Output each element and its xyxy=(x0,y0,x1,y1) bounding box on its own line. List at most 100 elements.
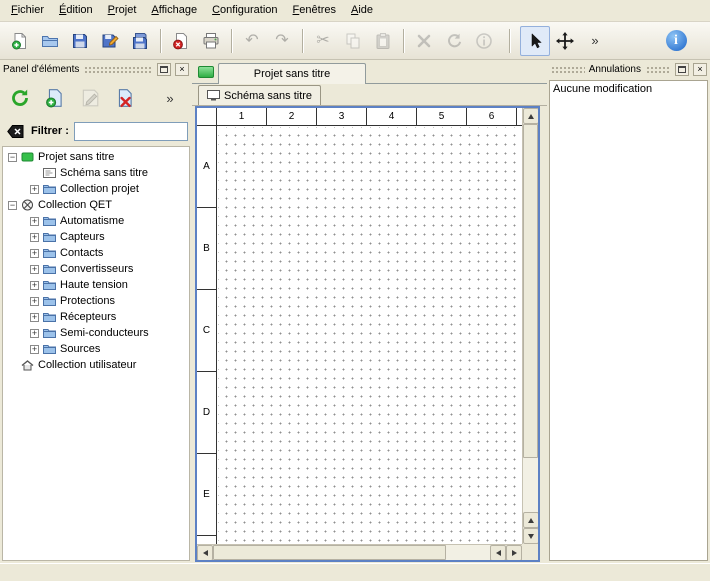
expand-toggle[interactable]: + xyxy=(30,297,39,306)
expand-toggle[interactable]: + xyxy=(30,281,39,290)
scroll-right-button[interactable] xyxy=(506,545,522,561)
conductor-info-button[interactable] xyxy=(469,26,499,56)
tree-item-collection-projet[interactable]: + Collection projet xyxy=(3,181,189,197)
floppy-disk-icon xyxy=(71,32,89,50)
save-file-button[interactable] xyxy=(65,26,95,56)
collapse-toggle[interactable]: − xyxy=(8,153,17,162)
tree-item-semi-conducteurs[interactable]: + Semi-conducteurs xyxy=(3,325,189,341)
undo-panel-header: Annulations × xyxy=(547,60,710,78)
select-tool-button[interactable] xyxy=(520,26,550,56)
tree-item-convertisseurs[interactable]: + Convertisseurs xyxy=(3,261,189,277)
float-panel-button[interactable] xyxy=(675,63,689,76)
tree-item-collection-qet[interactable]: − Collection QET xyxy=(3,197,189,213)
dock-grip-handle[interactable] xyxy=(645,65,671,73)
copy-icon xyxy=(344,32,362,50)
filter-input[interactable] xyxy=(74,122,188,141)
dock-grip-handle[interactable] xyxy=(83,65,153,73)
close-file-button[interactable] xyxy=(166,26,196,56)
new-element-button[interactable] xyxy=(40,83,70,113)
expand-toggle[interactable]: + xyxy=(30,185,39,194)
expand-toggle[interactable]: + xyxy=(30,233,39,242)
expand-toggle[interactable]: + xyxy=(30,313,39,322)
menu-configuration[interactable]: Configuration xyxy=(205,1,284,20)
tab-schema-sans-titre[interactable]: Schéma sans titre xyxy=(198,85,321,105)
edit-element-button[interactable] xyxy=(75,83,105,113)
tree-item-automatisme[interactable]: + Automatisme xyxy=(3,213,189,229)
reload-collections-button[interactable] xyxy=(5,83,35,113)
tab-projet-sans-titre[interactable]: Projet sans titre xyxy=(218,63,366,84)
row-header: A xyxy=(197,126,216,208)
copy-button[interactable] xyxy=(338,26,368,56)
expand-toggle[interactable]: + xyxy=(30,345,39,354)
horizontal-scroll-track[interactable] xyxy=(213,545,490,560)
tree-item-schema[interactable]: Schéma sans titre xyxy=(3,165,189,181)
tree-item-label: Sources xyxy=(60,343,100,355)
project-tab-icon[interactable] xyxy=(198,66,214,78)
scissors-icon: ✂ xyxy=(316,33,329,49)
rotate-button[interactable] xyxy=(439,26,469,56)
tree-item-sources[interactable]: + Sources xyxy=(3,341,189,357)
expand-toggle[interactable]: + xyxy=(30,217,39,226)
delete-element-icon xyxy=(115,88,135,108)
scrollbar-corner xyxy=(522,544,538,560)
expand-toggle[interactable]: + xyxy=(30,265,39,274)
redo-button[interactable]: ↷ xyxy=(267,26,297,56)
scroll-down-button[interactable] xyxy=(523,528,539,544)
row-header: D xyxy=(197,372,216,454)
clipboard-icon xyxy=(374,32,392,50)
folder-icon xyxy=(43,279,56,291)
float-panel-button[interactable] xyxy=(157,63,171,76)
close-panel-button[interactable]: × xyxy=(693,63,707,76)
close-panel-button[interactable]: × xyxy=(175,63,189,76)
move-tool-button[interactable] xyxy=(550,26,580,56)
main-toolbar: ↶ ↷ ✂ » xyxy=(0,22,710,60)
cut-button[interactable]: ✂ xyxy=(308,26,338,56)
tree-item-recepteurs[interactable]: + Récepteurs xyxy=(3,309,189,325)
vertical-scroll-thumb[interactable] xyxy=(523,124,538,458)
menu-aide[interactable]: Aide xyxy=(344,1,380,20)
new-file-button[interactable] xyxy=(5,26,35,56)
scroll-up-button[interactable] xyxy=(523,108,539,124)
menu-fichier[interactable]: Fichier xyxy=(4,1,51,20)
undo-button[interactable]: ↶ xyxy=(237,26,267,56)
main-area: Panel d'éléments × » xyxy=(0,60,710,563)
tree-item-collection-utilisateur[interactable]: Collection utilisateur xyxy=(3,357,189,373)
edit-pencil-icon xyxy=(80,88,100,108)
tree-item-label: Contacts xyxy=(60,247,103,259)
vertical-scroll-track[interactable] xyxy=(523,124,538,512)
horizontal-scrollbar[interactable] xyxy=(197,544,522,560)
save-as-button[interactable] xyxy=(95,26,125,56)
print-button[interactable] xyxy=(196,26,226,56)
schema-canvas[interactable] xyxy=(218,127,522,544)
dock-grip-handle[interactable] xyxy=(550,65,585,73)
tree-item-haute-tension[interactable]: + Haute tension xyxy=(3,277,189,293)
delete-element-button[interactable] xyxy=(110,83,140,113)
menu-edition[interactable]: Édition xyxy=(52,1,100,20)
tree-item-contacts[interactable]: + Contacts xyxy=(3,245,189,261)
tree-item-capteurs[interactable]: + Capteurs xyxy=(3,229,189,245)
tree-item-label: Capteurs xyxy=(60,231,105,243)
expand-toggle[interactable]: + xyxy=(30,249,39,258)
expand-toggle[interactable]: + xyxy=(30,329,39,338)
horizontal-scroll-thumb[interactable] xyxy=(213,545,446,560)
scroll-up-button-2[interactable] xyxy=(523,512,539,528)
panel-overflow-button[interactable]: » xyxy=(155,83,185,113)
scroll-left-button[interactable] xyxy=(197,545,213,561)
collapse-toggle[interactable]: − xyxy=(8,201,17,210)
tree-item-project[interactable]: − Projet sans titre xyxy=(3,149,189,165)
toolbar-overflow-button[interactable]: » xyxy=(580,26,610,56)
menu-projet[interactable]: Projet xyxy=(101,1,144,20)
menu-affichage[interactable]: Affichage xyxy=(144,1,204,20)
paste-button[interactable] xyxy=(368,26,398,56)
vertical-scrollbar[interactable] xyxy=(522,108,538,544)
undo-history-list[interactable]: Aucune modification xyxy=(549,80,708,561)
about-button[interactable]: i xyxy=(661,26,691,56)
delete-button[interactable] xyxy=(409,26,439,56)
clear-filter-button[interactable] xyxy=(4,120,26,142)
menu-fenetres[interactable]: Fenêtres xyxy=(286,1,343,20)
save-all-button[interactable] xyxy=(125,26,155,56)
tree-item-protections[interactable]: + Protections xyxy=(3,293,189,309)
open-file-button[interactable] xyxy=(35,26,65,56)
elements-panel-title: Panel d'éléments xyxy=(3,64,79,75)
scroll-left-button-2[interactable] xyxy=(490,545,506,561)
